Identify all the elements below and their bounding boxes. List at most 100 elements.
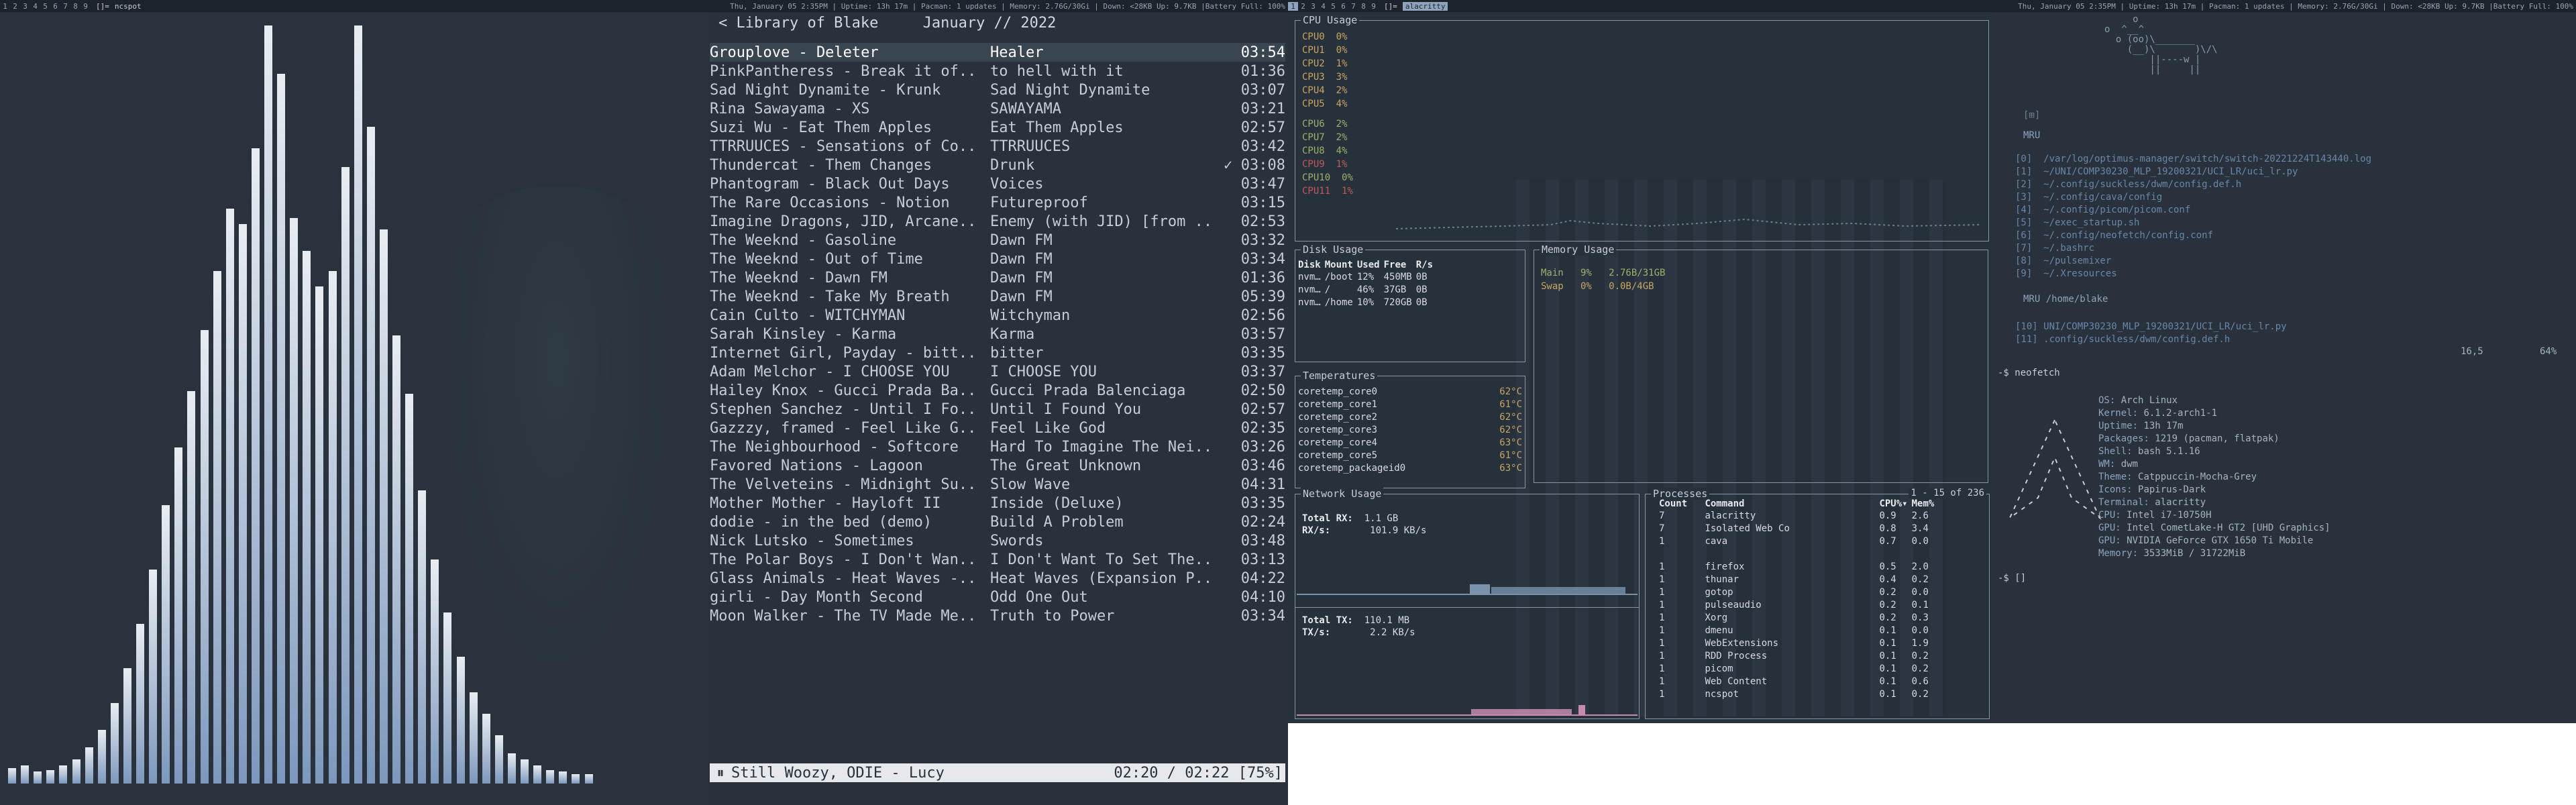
- neofetch-key: Theme:: [2098, 472, 2133, 482]
- track-row[interactable]: The Weeknd - Out of Time Dawn FM 03:34: [710, 250, 1285, 268]
- workspace-tag[interactable]: 3: [1308, 2, 1318, 11]
- mru-entry[interactable]: [7] ~/.bashrc: [2015, 242, 2371, 255]
- layout-indicator: []=: [96, 1, 109, 11]
- workspace-tag[interactable]: 4: [1318, 2, 1328, 11]
- track-row[interactable]: Thundercat - Them Changes Drunk ✓ 03:08: [710, 156, 1285, 174]
- terminal-window[interactable]: o o ^__^ o (oo)\_______ (__)\ )\/\ ||---…: [1991, 12, 2576, 723]
- track-row[interactable]: Favored Nations - Lagoon The Great Unknow…: [710, 456, 1285, 475]
- mru-entry[interactable]: [5] ~/exec_startup.sh: [2015, 217, 2371, 229]
- table-row[interactable]: 1 WebExtensions 0.1 1.9: [1659, 637, 1938, 649]
- track-row[interactable]: girli - Day Month Second Odd One Out 04:10: [710, 588, 1285, 606]
- pause-icon[interactable]: ⏸: [710, 765, 731, 782]
- track-title: Internet Girl, Payday - bitt..: [710, 344, 977, 362]
- mru-entry[interactable]: [1] ~/UNI/COMP30230_MLP_19200321/UCI_LR/…: [2015, 166, 2371, 178]
- track-row[interactable]: Grouplove - Deleter Healer 03:54: [710, 43, 1285, 62]
- visualizer-bar: [225, 209, 234, 784]
- track-row[interactable]: The Weeknd - Dawn FM Dawn FM 01:36: [710, 268, 1285, 287]
- track-row[interactable]: TTRRUUCES - Sensations of Co.. TTRRUUCES 0…: [710, 137, 1285, 156]
- workspace-tag[interactable]: 8: [1358, 2, 1368, 11]
- table-cell: cava: [1705, 535, 1728, 547]
- table-row[interactable]: [1659, 547, 1938, 560]
- table-row[interactable]: 1 Xorg 0.2 0.3: [1659, 611, 1938, 624]
- track-row[interactable]: Adam Melchor - I CHOOSE YOU I CHOOSE YOU 0…: [710, 362, 1285, 381]
- table-cell: 10%: [1356, 297, 1375, 308]
- mru-entry[interactable]: [2] ~/.config/suckless/dwm/config.def.h: [2015, 178, 2371, 191]
- track-row[interactable]: Gazzzy, framed - Feel Like G.. Feel Like …: [710, 419, 1285, 437]
- track-row[interactable]: The Rare Occasions - Notion Futureproof 03…: [710, 193, 1285, 212]
- track-row[interactable]: The Weeknd - Take My Breath Dawn FM 05:39: [710, 287, 1285, 306]
- mru-entry[interactable]: [8] ~/pulsemixer: [2015, 255, 2371, 268]
- table-row[interactable]: 7 alacritty 0.9 2.6: [1659, 509, 1938, 522]
- workspace-tag[interactable]: 5: [1328, 2, 1338, 11]
- track-row[interactable]: Hailey Knox - Gucci Prada Ba.. Gucci Prad…: [710, 381, 1285, 400]
- track-row[interactable]: Imagine Dragons, JID, Arcane.. Enemy (wit…: [710, 212, 1285, 231]
- mru-entry[interactable]: [6] ~/.config/neofetch/config.conf: [2015, 229, 2371, 242]
- sensor-name: coretemp_packageid0: [1298, 463, 1406, 474]
- workspace-tag[interactable]: 2: [10, 2, 20, 11]
- workspace-tag[interactable]: 7: [60, 2, 70, 11]
- mru-entry[interactable]: [9] ~/.Xresources: [2015, 268, 2371, 280]
- table-row[interactable]: 7 Isolated Web Co 0.8 3.4: [1659, 522, 1938, 535]
- cpu-pct: 1%: [1336, 58, 1348, 69]
- track-row[interactable]: Stephen Sanchez - Until I Fo.. Until I Fo…: [710, 400, 1285, 419]
- mru-entry[interactable]: [4] ~/.config/picom/picom.conf: [2015, 204, 2371, 217]
- table-row[interactable]: 1 firefox 0.5 2.0: [1659, 560, 1938, 573]
- mru-entry[interactable]: [0] /var/log/optimus-manager/switch/swit…: [2015, 153, 2371, 166]
- track-row[interactable]: The Velveteins - Midnight Su.. Slow Wave 0…: [710, 475, 1285, 494]
- track-row[interactable]: Moon Walker - The TV Made Me.. Truth to P…: [710, 606, 1285, 625]
- column-header[interactable]: Command: [1705, 498, 1879, 509]
- track-row[interactable]: Internet Girl, Payday - bitt.. bitter 03:3…: [710, 343, 1285, 362]
- track-row[interactable]: dodie - in the bed (demo) Build A Problem…: [710, 513, 1285, 531]
- track-row[interactable]: Phantogram - Black Out Days Voices 03:47: [710, 174, 1285, 193]
- track-row[interactable]: The Polar Boys - I Don't Wan.. I Don't Wa…: [710, 550, 1285, 569]
- track-row[interactable]: Sarah Kinsley - Karma Karma 03:57: [710, 325, 1285, 343]
- workspace-tag[interactable]: 1: [1288, 2, 1298, 11]
- column-header[interactable]: Mem%: [1912, 498, 1939, 509]
- table-row[interactable]: 1 pulseaudio 0.2 0.1: [1659, 598, 1938, 611]
- workspace-tag[interactable]: 1: [0, 2, 10, 11]
- workspace-tag[interactable]: 3: [20, 2, 30, 11]
- track-row[interactable]: PinkPantheress - Break it of.. to hell wi…: [710, 62, 1285, 80]
- playlist-header[interactable]: < Library of Blake January // 2022: [718, 15, 1056, 32]
- workspace-tag[interactable]: 9: [1368, 2, 1379, 11]
- mru-entry[interactable]: [10] UNI/COMP30230_MLP_19200321/UCI_LR/u…: [2015, 321, 2287, 333]
- neofetch-key: GPU:: [2098, 523, 2121, 533]
- track-row[interactable]: Nick Lutsko - Sometimes Swords 03:48: [710, 531, 1285, 550]
- track-row[interactable]: Glass Animals - Heat Waves -.. Heat Waves…: [710, 569, 1285, 588]
- track-row[interactable]: The Neighbourhood - Softcore Hard To Imag…: [710, 437, 1285, 456]
- workspace-tag[interactable]: 9: [80, 2, 91, 11]
- workspace-tag[interactable]: 5: [40, 2, 50, 11]
- track-row[interactable]: Sad Night Dynamite - Krunk Sad Night Dyna…: [710, 80, 1285, 99]
- column-header[interactable]: CPU%▾: [1879, 498, 1911, 509]
- table-row[interactable]: 1 Web Content 0.1 0.6: [1659, 675, 1938, 688]
- track-album: Voices: [990, 175, 1044, 193]
- workspace-tag[interactable]: 7: [1348, 2, 1358, 11]
- table-row[interactable]: 1 picom 0.1 0.2: [1659, 662, 1938, 675]
- visualizer-bar: [72, 759, 80, 784]
- panel-title: Memory Usage: [1540, 244, 1617, 256]
- track-row[interactable]: The Weeknd - Gasoline Dawn FM 03:32: [710, 231, 1285, 250]
- track-row[interactable]: Suzi Wu - Eat Them Apples Eat Them Apples…: [710, 118, 1285, 137]
- table-row[interactable]: 1 thunar 0.4 0.2: [1659, 573, 1938, 586]
- table-row[interactable]: 1 RDD Process 0.1 0.2: [1659, 649, 1938, 662]
- track-row[interactable]: Cain Culto - WITCHYMAN Witchyman 02:56: [710, 306, 1285, 325]
- table-row[interactable]: 1 cava 0.7 0.0: [1659, 535, 1938, 547]
- track-row[interactable]: Rina Sawayama - XS SAWAYAMA 03:21: [710, 99, 1285, 118]
- workspace-tag[interactable]: 6: [1338, 2, 1348, 11]
- table-row[interactable]: 1 gotop 0.2 0.0: [1659, 586, 1938, 598]
- workspace-tag[interactable]: 6: [50, 2, 60, 11]
- mru-entry[interactable]: [3] ~/.config/cava/config: [2015, 191, 2371, 204]
- column-header[interactable]: Count: [1659, 498, 1705, 509]
- table-row[interactable]: 1 ncspot 0.1 0.2: [1659, 688, 1938, 700]
- workspace-tag[interactable]: 8: [70, 2, 80, 11]
- table-row[interactable]: 1 dmenu 0.1 0.0: [1659, 624, 1938, 637]
- mru-entry[interactable]: [11] .config/suckless/dwm/config.def.h: [2015, 333, 2287, 346]
- workspace-tag[interactable]: 2: [1298, 2, 1308, 11]
- workspace-tag[interactable]: 4: [30, 2, 40, 11]
- prompt-end[interactable]: -$ []: [1998, 573, 2026, 584]
- column-header: R/s: [1415, 260, 1434, 270]
- process-table[interactable]: Count Command CPU%▾ Mem% 7 alacritty 0.9 2.6 7 Is…: [1659, 498, 1938, 700]
- track-row[interactable]: Mother Mother - Hayloft II Inside (Deluxe…: [710, 494, 1285, 513]
- neofetch-key: Terminal:: [2098, 497, 2149, 508]
- rx-total-label: Total RX:: [1302, 513, 1353, 524]
